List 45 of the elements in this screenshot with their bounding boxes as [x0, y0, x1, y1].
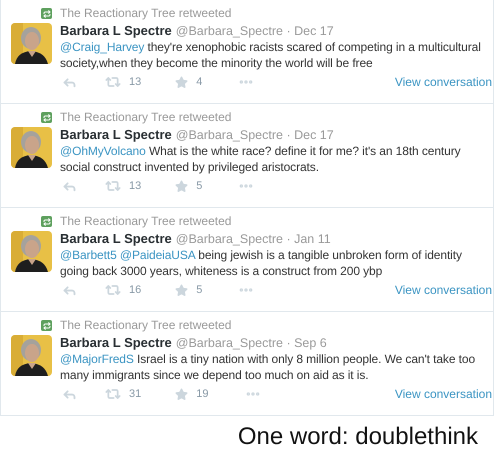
author-handle: @Barbara_Spectre · Dec 17 [176, 127, 334, 143]
favorite-count: 5 [196, 180, 202, 192]
retweeted-by-text: The Reactionary Tree retweeted [60, 318, 232, 333]
tweet-text: @Barbett5 @PaideiaUSA being jewish is a tangible unbroken form of identity going back 3000 years, whiteness is a construct from 200 ybp [60, 247, 463, 279]
retweet-icon[interactable] [105, 74, 121, 90]
author-name[interactable]: Barbara L Spectre [60, 23, 172, 39]
retweet-count: 16 [129, 284, 142, 296]
retweeted-by-text: The Reactionary Tree retweeted [60, 6, 232, 21]
retweet-badge-icon [41, 8, 52, 19]
author-handle: @Barbara_Spectre · Sep 6 [176, 335, 327, 351]
retweet-badge-icon [41, 320, 52, 331]
mention-link[interactable]: @Barbett5 [60, 248, 117, 262]
tweet-text: @Craig_Harvey they're xenophobic racists scared of competing in a multicultural society,when they become the minority the world will be free [60, 39, 482, 71]
retweet-icon[interactable] [105, 386, 121, 402]
caption-text: One word: doublethink [238, 423, 479, 451]
retweet-count: 13 [129, 180, 142, 192]
tweet-text: @OhMyVolcano What is the white race? define it for me? it's an 18th century social construct invented by privileged aristocrats. [60, 143, 462, 175]
star-icon[interactable] [175, 284, 188, 296]
retweeted-by-text: The Reactionary Tree retweeted [60, 110, 232, 125]
author-name[interactable]: Barbara L Spectre [60, 335, 172, 351]
mention-link[interactable]: @MajorFredS [60, 352, 134, 366]
mention-link[interactable]: @Craig_Harvey [60, 40, 144, 54]
retweet-count: 31 [129, 388, 142, 400]
author-name[interactable]: Barbara L Spectre [60, 127, 172, 143]
retweet-icon[interactable] [105, 282, 121, 298]
retweet-badge-icon [41, 216, 52, 227]
favorite-count: 5 [196, 284, 202, 296]
tweet-text: @MajorFredS Israel is a tiny nation with only 8 million people. We can't take too many immigrants since we depend too much on aid as it is. [60, 351, 476, 383]
view-conversation-link[interactable]: View conversation [394, 387, 492, 401]
favorite-count: 19 [196, 388, 208, 400]
mention-link[interactable]: @PaideiaUSA [120, 248, 196, 262]
retweet-icon[interactable] [105, 178, 121, 194]
author-handle: @Barbara_Spectre · Dec 17 [176, 23, 334, 39]
retweet-count: 13 [129, 76, 142, 88]
retweeted-by-text: The Reactionary Tree retweeted [60, 214, 232, 229]
view-conversation-link[interactable]: View conversation [394, 75, 492, 89]
star-icon[interactable] [175, 388, 188, 400]
author-name[interactable]: Barbara L Spectre [60, 231, 172, 247]
favorite-count: 4 [196, 76, 202, 88]
retweet-badge-icon [41, 112, 52, 123]
author-handle: @Barbara_Spectre · Jan 11 [176, 231, 331, 247]
view-conversation-link[interactable]: View conversation [394, 283, 492, 297]
mention-link[interactable]: @OhMyVolcano [60, 144, 146, 158]
star-icon[interactable] [175, 180, 188, 192]
star-icon[interactable] [175, 76, 188, 88]
